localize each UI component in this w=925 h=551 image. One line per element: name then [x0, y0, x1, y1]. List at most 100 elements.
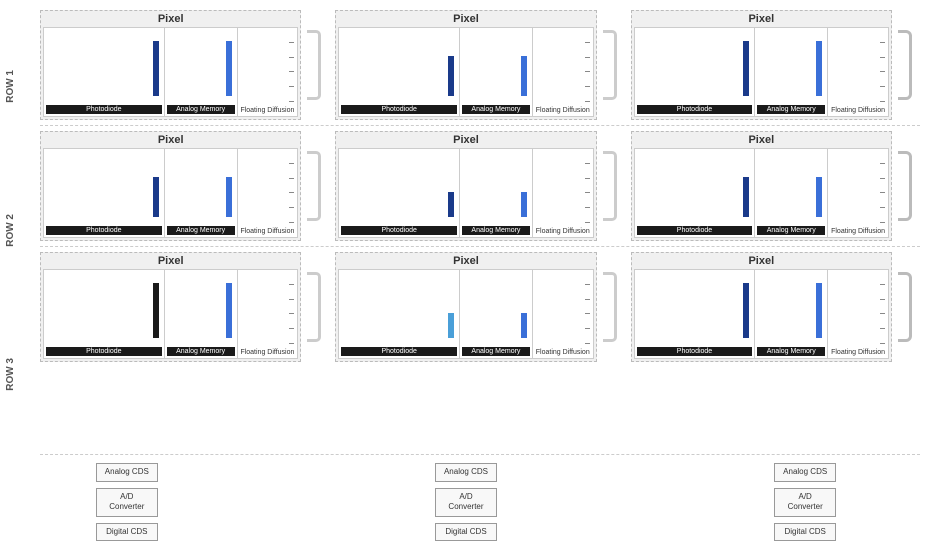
pixel-title-1-1: Pixel [43, 13, 298, 25]
blue-bar-analog-1-2 [521, 56, 527, 96]
fd-1-1: Floating Diffusion [238, 28, 298, 116]
pixel-title-2-3: Pixel [634, 134, 889, 146]
pixel-inner-1-2: Photodiode Analog Memory [338, 27, 593, 117]
bracket-3-2 [603, 272, 625, 342]
row-labels: ROW 1 ROW 2 ROW 3 [5, 10, 40, 541]
analog-mem-1-3: Analog Memory [755, 28, 828, 116]
pixel-inner-3-2: Photodiode Analog Memory [338, 269, 593, 359]
pixel-box-3-2: Pixel Photodiode Analog Memory [335, 252, 596, 362]
ad-converter-box-1: A/D Converter [96, 488, 158, 517]
pixel-row-1: Pixel Photodiode Analog Memory [40, 10, 920, 120]
photodiode-label-1-3: Photodiode [637, 105, 753, 114]
pixel-col-3-2: Pixel Photodiode Analog Memory [335, 252, 596, 362]
pixel-inner-1-3: Photodiode Analog Memory [634, 27, 889, 117]
photodiode-3-3: Photodiode [635, 270, 756, 358]
analog-cds-box-2: Analog CDS [435, 463, 497, 481]
pixel-title-3-1: Pixel [43, 255, 298, 267]
pixel-col-2-2: Pixel Photodiode Analog Memory [335, 131, 596, 241]
analog-mem-label-3-3: Analog Memory [757, 347, 825, 356]
row-bracket-1 [898, 30, 920, 100]
analog-mem-2-3: Analog Memory [755, 149, 828, 237]
ticks-3-3 [880, 270, 888, 358]
pixel-inner-2-3: Photodiode Analog Memory [634, 148, 889, 238]
blue-bar-photo-3-3 [743, 283, 749, 338]
grid-area: Pixel Photodiode Analog Memory [40, 10, 920, 541]
analog-mem-1-2: Analog Memory [460, 28, 533, 116]
separator-1 [40, 125, 920, 126]
fd-label-2-2: Floating Diffusion [534, 228, 592, 235]
photodiode-label-1-2: Photodiode [341, 105, 457, 114]
fd-label-2-1: Floating Diffusion [239, 228, 297, 235]
spacer-1 [212, 463, 382, 541]
spacer-2 [551, 463, 721, 541]
pixel-col-2-1: Pixel Photodiode Analog Memory [40, 131, 301, 241]
ticks-3-2 [585, 270, 593, 358]
blue-bar-photo-1-1 [153, 41, 159, 96]
blue-bar-analog-2-1 [226, 177, 232, 217]
blue-bar-analog-3-3 [816, 283, 822, 338]
pixel-box-1-1: Pixel Photodiode Analog Memory [40, 10, 301, 120]
analog-mem-label-1-1: Analog Memory [167, 105, 235, 114]
fd-1-3: Floating Diffusion [828, 28, 888, 116]
pixel-inner-2-2: Photodiode Analog Memory [338, 148, 593, 238]
photodiode-label-3-2: Photodiode [341, 347, 457, 356]
fd-label-3-3: Floating Diffusion [829, 349, 887, 356]
pixel-box-3-3: Pixel Photodiode Analog Memory [631, 252, 892, 362]
ticks-1-2 [585, 28, 593, 116]
photodiode-label-3-1: Photodiode [46, 347, 162, 356]
analog-cds-box-3: Analog CDS [774, 463, 836, 481]
photodiode-1-3: Photodiode [635, 28, 756, 116]
digital-cds-box-3: Digital CDS [774, 523, 836, 541]
pixel-title-1-2: Pixel [338, 13, 593, 25]
rows-grid: Pixel Photodiode Analog Memory [40, 10, 920, 448]
bracket-2-2 [603, 151, 625, 221]
fd-label-1-3: Floating Diffusion [829, 107, 887, 114]
analog-mem-label-3-1: Analog Memory [167, 347, 235, 356]
analog-mem-label-2-3: Analog Memory [757, 226, 825, 235]
blue-bar-photo-3-1 [153, 283, 159, 338]
main-container: ROW 1 ROW 2 ROW 3 Pixel Photodiode [0, 0, 925, 551]
photodiode-2-2: Photodiode [339, 149, 460, 237]
pixel-title-3-2: Pixel [338, 255, 593, 267]
bracket-1-2 [603, 30, 625, 100]
pixel-row-3: Pixel Photodiode Analog Memory [40, 252, 920, 362]
photodiode-label-1-1: Photodiode [46, 105, 162, 114]
fd-3-3: Floating Diffusion [828, 270, 888, 358]
photodiode-label-2-1: Photodiode [46, 226, 162, 235]
pixel-row-2: Pixel Photodiode Analog Memory [40, 131, 920, 241]
ticks-2-2 [585, 149, 593, 237]
bottom-col-2: Analog CDS A/D Converter Digital CDS [381, 463, 551, 541]
ticks-1-1 [289, 28, 297, 116]
row-label-2: ROW 2 [5, 214, 40, 247]
fd-2-1: Floating Diffusion [238, 149, 298, 237]
pixel-box-3-1: Pixel Photodiode Analog Memory [40, 252, 301, 362]
blue-bar-photo-2-1 [153, 177, 159, 217]
fd-3-2: Floating Diffusion [533, 270, 593, 358]
bracket-3-1 [307, 272, 329, 342]
row-label-1: ROW 1 [5, 70, 40, 103]
pixel-col-1-1: Pixel Photodiode Analog Memory [40, 10, 301, 120]
analog-mem-label-2-2: Analog Memory [462, 226, 530, 235]
pixel-col-3-1: Pixel Photodiode Analog Memory [40, 252, 301, 362]
bracket-1-1 [307, 30, 329, 100]
blue-bar-analog-2-3 [816, 177, 822, 217]
fd-label-3-1: Floating Diffusion [239, 349, 297, 356]
blue-bar-analog-3-1 [226, 283, 232, 338]
pixel-inner-1-1: Photodiode Analog Memory [43, 27, 298, 117]
pixel-box-1-3: Pixel Photodiode Analog Memory [631, 10, 892, 120]
pixel-col-1-2: Pixel Photodiode Analog Memory [335, 10, 596, 120]
analog-mem-3-2: Analog Memory [460, 270, 533, 358]
ad-converter-box-2: A/D Converter [435, 488, 497, 517]
photodiode-label-2-2: Photodiode [341, 226, 457, 235]
blue-bar-analog-1-3 [816, 41, 822, 96]
ticks-2-1 [289, 149, 297, 237]
analog-mem-2-1: Analog Memory [165, 149, 238, 237]
photodiode-2-1: Photodiode [44, 149, 165, 237]
blue-bar-photo-2-3 [743, 177, 749, 217]
bottom-col-1: Analog CDS A/D Converter Digital CDS [42, 463, 212, 541]
blue-bar-photo-3-2 [448, 313, 454, 338]
pixel-box-1-2: Pixel Photodiode Analog Memory [335, 10, 596, 120]
bottom-components: Analog CDS A/D Converter Digital CDS Ana… [40, 463, 920, 541]
row-bracket-3 [898, 272, 920, 342]
pixel-title-3-3: Pixel [634, 255, 889, 267]
